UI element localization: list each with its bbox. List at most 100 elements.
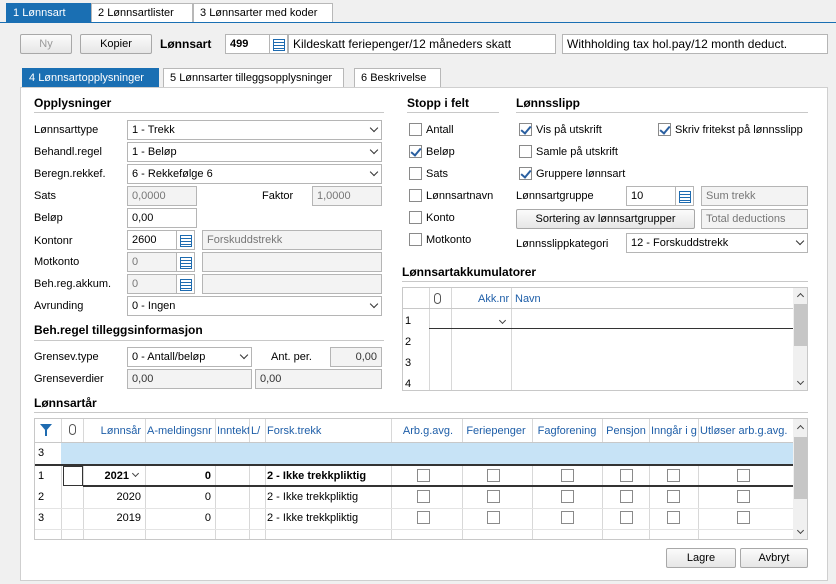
cell-year[interactable]: 2021 [89, 470, 129, 482]
chevron-down-icon[interactable] [498, 316, 507, 325]
col-arbgavg[interactable]: Arb.g.avg. [393, 425, 463, 437]
tab-beskrivelse[interactable]: 6 Beskrivelse [354, 68, 441, 88]
vis-checkbox[interactable] [519, 123, 532, 136]
cell-forsk[interactable]: 2 - Ikke trekkpliktig [267, 491, 358, 503]
col-inntekt[interactable]: Inntekt [217, 425, 249, 437]
cell-forsk[interactable]: 2 - Ikke trekkpliktig [267, 512, 358, 524]
arbgavg-checkbox[interactable] [417, 511, 430, 524]
grense2-input[interactable]: 0,00 [255, 369, 382, 389]
filter-row[interactable] [61, 443, 793, 464]
attachment-icon [69, 424, 76, 435]
grense1-input[interactable]: 0,00 [127, 369, 252, 389]
sortering-button[interactable]: Sortering av lønnsartgrupper [516, 209, 695, 229]
stopp-antall-checkbox[interactable] [409, 123, 422, 136]
tab-lonnsart[interactable]: 1 Lønnsart [6, 3, 91, 23]
feriepenger-checkbox[interactable] [487, 469, 500, 482]
lonnsart-lookup-icon[interactable] [270, 34, 288, 54]
cell-year[interactable]: 2019 [89, 512, 141, 524]
tab-key: 4 [29, 72, 36, 84]
motkonto-name [202, 252, 382, 272]
lonnsart-number-input[interactable]: 499 [225, 34, 270, 54]
cell-amelding[interactable]: 0 [147, 470, 211, 482]
lonnsartar-scrollbar-thumb[interactable] [794, 437, 807, 499]
sats-input[interactable]: 0,0000 [127, 186, 197, 206]
col-fagforening[interactable]: Fagforening [533, 425, 601, 437]
motkonto-lookup-icon[interactable] [177, 252, 195, 272]
stopp-belop-checkbox[interactable] [409, 145, 422, 158]
stopp-konto-checkbox[interactable] [409, 211, 422, 224]
col-amelding[interactable]: A-meldingsnr [147, 425, 214, 437]
fagforening-checkbox[interactable] [561, 469, 574, 482]
new-button[interactable]: Ny [20, 34, 72, 54]
utloser-checkbox[interactable] [737, 490, 750, 503]
arbgavg-checkbox[interactable] [417, 490, 430, 503]
col-utloser[interactable]: Utløser arb.g.avg. [700, 425, 792, 437]
feriepenger-checkbox[interactable] [487, 490, 500, 503]
col-inngar[interactable]: Inngår i gr [651, 425, 697, 437]
cancel-button[interactable]: Avbryt [740, 548, 808, 568]
arbgavg-checkbox[interactable] [417, 469, 430, 482]
grensev-select[interactable]: 0 - Antall/beløp [127, 347, 252, 367]
stopp-motkonto-checkbox[interactable] [409, 233, 422, 246]
navn-col-header[interactable]: Navn [515, 293, 541, 305]
inngar-checkbox[interactable] [667, 469, 680, 482]
kontonr-input[interactable]: 2600 [127, 230, 177, 250]
motkonto-input[interactable]: 0 [127, 252, 177, 272]
avrunding-select[interactable]: 0 - Ingen [127, 296, 382, 316]
belop-input[interactable]: 0,00 [127, 208, 197, 228]
col-feriepenger[interactable]: Feriepenger [463, 425, 529, 437]
utloser-checkbox[interactable] [737, 511, 750, 524]
pensjon-checkbox[interactable] [620, 490, 633, 503]
chevron-down-icon [369, 145, 379, 155]
tab-label: Beskrivelse [370, 72, 427, 84]
col-pensjon[interactable]: Pensjon [604, 425, 648, 437]
name-en-input[interactable]: Withholding tax hol.pay/12 month deduct. [562, 34, 828, 54]
col-forsk[interactable]: Forsk.trekk [267, 425, 389, 437]
samle-checkbox[interactable] [519, 145, 532, 158]
name-no-input[interactable]: Kildeskatt feriepenger/12 måneders skatt [288, 34, 556, 54]
col-l[interactable]: L/ [251, 425, 263, 437]
tab-lonnsarter-med-koder[interactable]: 3 Lønnsarter med koder [193, 3, 333, 23]
behandl-select[interactable]: 1 - Beløp [127, 142, 382, 162]
inngar-checkbox[interactable] [667, 490, 680, 503]
tab-lonnsartopplysninger[interactable]: 4 Lønnsartopplysninger [22, 68, 159, 88]
stopp-motkonto-label: Motkonto [426, 234, 472, 246]
chevron-down-icon[interactable] [131, 469, 140, 478]
lonnsarttype-select[interactable]: 1 - Trekk [127, 120, 382, 140]
pensjon-checkbox[interactable] [620, 511, 633, 524]
kontonr-lookup-icon[interactable] [177, 230, 195, 250]
kategori-select[interactable]: 12 - Forskuddstrekk [626, 233, 808, 253]
faktor-input[interactable]: 1,0000 [312, 186, 382, 206]
stopp-sats-checkbox[interactable] [409, 167, 422, 180]
cell-year[interactable]: 2020 [89, 491, 141, 503]
stopp-lonnsartnavn-checkbox[interactable] [409, 189, 422, 202]
fagforening-checkbox[interactable] [561, 511, 574, 524]
row-selector[interactable] [63, 466, 83, 486]
skriv-checkbox[interactable] [658, 123, 671, 136]
copy-button[interactable]: Kopier [80, 34, 152, 54]
feriepenger-checkbox[interactable] [487, 511, 500, 524]
pensjon-checkbox[interactable] [620, 469, 633, 482]
fagforening-checkbox[interactable] [561, 490, 574, 503]
filter-row-num: 3 [38, 447, 45, 459]
beregn-select[interactable]: 6 - Rekkefølge 6 [127, 164, 382, 184]
gruppere-checkbox[interactable] [519, 167, 532, 180]
cell-amelding[interactable]: 0 [147, 491, 211, 503]
gruppe-lookup-icon[interactable] [676, 186, 694, 206]
lonnsarttype-label: Lønnsarttype [34, 124, 99, 136]
save-button[interactable]: Lagre [666, 548, 736, 568]
tab-lonnsartlister[interactable]: 2 Lønnsartlister [91, 3, 193, 23]
col-lonnsar[interactable]: Lønnsår [89, 425, 141, 437]
inngar-checkbox[interactable] [667, 511, 680, 524]
gruppe-input[interactable]: 10 [626, 186, 676, 206]
tab-tilleggsopplysninger[interactable]: 5 Lønnsarter tilleggsopplysninger [163, 68, 344, 88]
antper-input[interactable]: 0,00 [330, 347, 382, 367]
cell-amelding[interactable]: 0 [147, 512, 211, 524]
akk-col-header[interactable]: Akk.nr [478, 293, 509, 305]
behreg-input[interactable]: 0 [127, 274, 177, 294]
behandl-value: 1 - Beløp [132, 146, 177, 158]
cell-forsk[interactable]: 2 - Ikke trekkpliktig [267, 470, 366, 482]
behreg-lookup-icon[interactable] [177, 274, 195, 294]
akk-scrollbar-thumb[interactable] [794, 304, 807, 346]
utloser-checkbox[interactable] [737, 469, 750, 482]
